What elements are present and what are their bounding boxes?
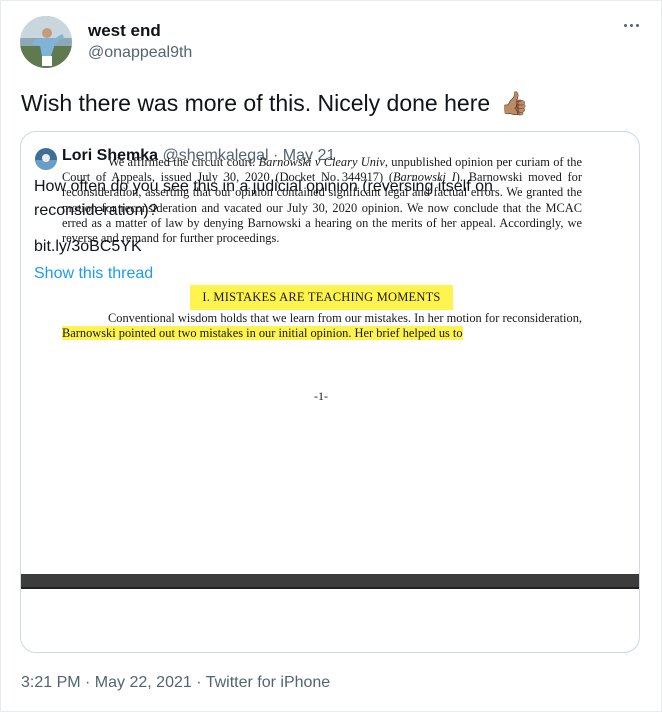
tweet-text: Wish there was more of this. Nicely done… xyxy=(21,90,529,117)
tweet-source[interactable]: Twitter for iPhone xyxy=(206,674,331,691)
doc-p1-a: We affirmed the circuit court. xyxy=(108,155,259,169)
doc-p2-a: Conventional wisdom holds that we learn … xyxy=(108,311,582,325)
author-handle[interactable]: @onappeal9th xyxy=(88,44,192,62)
doc-p1-short: Barnowski I xyxy=(392,170,456,185)
quoted-author-avatar[interactable] xyxy=(35,148,57,170)
show-thread-link[interactable]: Show this thread xyxy=(34,265,153,283)
author-name[interactable]: west end xyxy=(88,21,161,41)
more-horizontal-icon[interactable] xyxy=(619,17,643,33)
tweet-timestamp[interactable]: 3:21 PM · May 22, 2021 xyxy=(21,674,192,691)
footer-separator: · xyxy=(196,674,206,691)
doc-p1-case: Barnowski v Cleary Univ xyxy=(258,155,385,169)
tweet-footer: 3:21 PM · May 22, 2021 · Twitter for iPh… xyxy=(21,674,330,692)
document-paragraph-1: We affirmed the circuit court. Barnowski… xyxy=(62,155,582,246)
document-page-number: -1- xyxy=(314,389,328,403)
document-divider-bar xyxy=(21,574,639,589)
tweet-text-content: Wish there was more of this. Nicely done… xyxy=(21,90,491,116)
document-paragraph-2: Conventional wisdom holds that we learn … xyxy=(62,311,582,341)
thumbs-up-icon: 👍🏽 xyxy=(500,90,529,116)
doc-p2-highlight: Barnowski pointed out two mistakes in ou… xyxy=(62,326,463,341)
author-avatar[interactable] xyxy=(20,16,72,68)
document-heading: I. MISTAKES ARE TEACHING MOMENTS xyxy=(190,285,453,310)
